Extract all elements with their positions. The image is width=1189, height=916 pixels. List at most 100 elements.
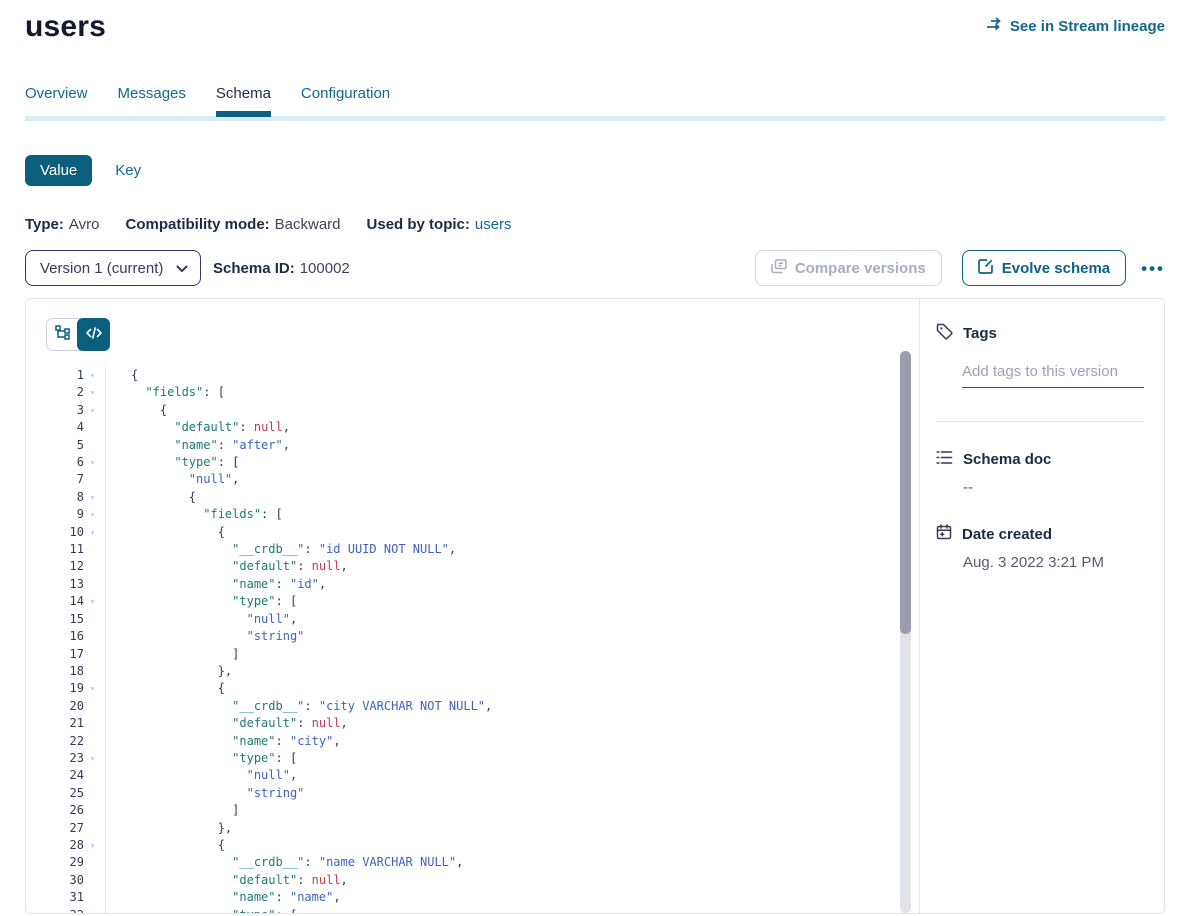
fold-toggle-icon[interactable] [84,506,101,523]
code-text: "fields": [ [105,384,225,401]
code-text: { [105,489,196,506]
schema-doc-section: Schema doc -- [936,450,1144,496]
key-toggle-button[interactable]: Key [115,162,141,179]
line-number: 6 [46,454,84,471]
type-label: Type: [25,216,64,233]
editor-scrollbar-track[interactable] [900,351,911,913]
schema-code-view[interactable]: 1{2 "fields": [3 {4 "default": null,5 "n… [46,367,919,913]
fold-toggle-icon[interactable] [84,524,101,541]
compat-label: Compatibility mode: [125,216,269,233]
stream-lineage-icon [986,17,1003,35]
line-number: 13 [46,576,84,593]
fold-spacer [84,733,101,750]
tab-overview[interactable]: Overview [25,85,88,116]
page-title: users [25,10,106,44]
code-line: 18 }, [46,663,919,680]
line-number: 22 [46,733,84,750]
line-number: 23 [46,750,84,767]
stream-lineage-link[interactable]: See in Stream lineage [986,17,1165,35]
line-number: 27 [46,820,84,837]
code-text: "name": "after", [105,437,290,454]
schema-card: 1{2 "fields": [3 {4 "default": null,5 "n… [25,298,1165,914]
code-line: 32 "type": [ [46,907,919,913]
code-line: 26 ] [46,802,919,819]
fold-spacer [84,820,101,837]
topic-link[interactable]: users [475,216,512,233]
edit-icon [978,258,994,278]
code-view-button[interactable] [77,318,110,351]
tab-underline-strip [25,116,1165,121]
fold-toggle-icon[interactable] [84,593,101,610]
line-number: 5 [46,437,84,454]
code-text: "null", [105,767,297,784]
code-text: "type": [ [105,907,297,913]
editor-scrollbar-thumb[interactable] [900,351,911,634]
more-actions-button[interactable]: ••• [1141,260,1165,277]
line-number: 18 [46,663,84,680]
code-line: 24 "null", [46,767,919,784]
code-text: { [105,524,225,541]
fold-toggle-icon[interactable] [84,489,101,506]
code-text: { [105,837,225,854]
value-toggle-button[interactable]: Value [25,155,92,186]
fold-toggle-icon[interactable] [84,907,101,913]
fold-toggle-icon[interactable] [84,402,101,419]
code-line: 15 "null", [46,611,919,628]
fold-toggle-icon[interactable] [84,750,101,767]
fold-spacer [84,715,101,732]
code-text: { [105,402,167,419]
code-text: "__crdb__": "city VARCHAR NOT NULL", [105,698,492,715]
code-text: "default": null, [105,419,290,436]
code-text: "__crdb__": "id UUID NOT NULL", [105,541,456,558]
line-number: 19 [46,680,84,697]
line-number: 10 [46,524,84,541]
fold-spacer [84,471,101,488]
compare-versions-button[interactable]: Compare versions [755,250,942,286]
topic-field: Used by topic: users [367,216,512,233]
sidebar-divider [936,421,1144,422]
line-number: 20 [46,698,84,715]
fold-toggle-icon[interactable] [84,837,101,854]
line-number: 32 [46,907,84,913]
line-number: 1 [46,367,84,384]
tag-icon [936,323,953,344]
code-text: { [105,367,138,384]
tree-view-button[interactable] [47,319,78,350]
version-select[interactable]: Version 1 (current) [25,250,201,286]
tree-view-icon [55,325,70,345]
schema-doc-heading-label: Schema doc [963,451,1051,468]
fold-toggle-icon[interactable] [84,384,101,401]
fold-spacer [84,698,101,715]
line-number: 21 [46,715,84,732]
editor-view-toggle [46,318,110,351]
list-icon [936,450,953,469]
topic-label: Used by topic: [367,216,470,233]
code-line: 31 "name": "name", [46,889,919,906]
line-number: 14 [46,593,84,610]
code-text: "null", [105,471,239,488]
code-text: "string" [105,628,304,645]
fold-toggle-icon[interactable] [84,367,101,384]
code-text: "name": "name", [105,889,341,906]
code-line: 11 "__crdb__": "id UUID NOT NULL", [46,541,919,558]
code-line: 8 { [46,489,919,506]
tags-input[interactable] [962,363,1144,388]
code-text: "type": [ [105,593,297,610]
evolve-schema-label: Evolve schema [1002,260,1110,277]
schema-sidebar: Tags Schema doc -- [919,299,1164,913]
code-text: "default": null, [105,715,348,732]
tab-configuration[interactable]: Configuration [301,85,390,116]
fold-toggle-icon[interactable] [84,680,101,697]
schema-doc-heading: Schema doc [936,450,1144,469]
evolve-schema-button[interactable]: Evolve schema [962,250,1126,286]
line-number: 3 [46,402,84,419]
code-text: "string" [105,785,304,802]
fold-toggle-icon[interactable] [84,454,101,471]
code-line: 3 { [46,402,919,419]
line-number: 12 [46,558,84,575]
line-number: 26 [46,802,84,819]
tab-messages[interactable]: Messages [118,85,186,116]
code-line: 19 { [46,680,919,697]
tab-schema[interactable]: Schema [216,85,271,116]
code-text: "default": null, [105,872,348,889]
